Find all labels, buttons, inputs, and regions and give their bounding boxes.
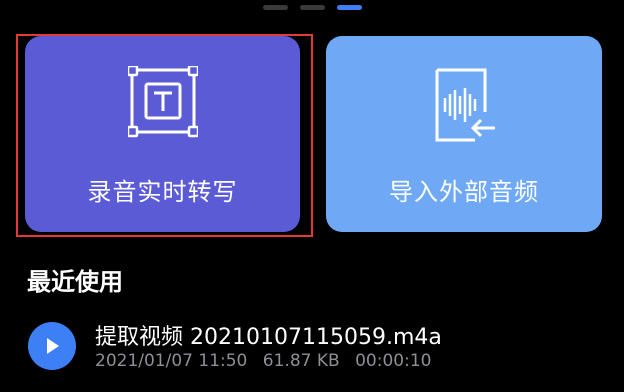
import-audio-card[interactable]: 导入外部音频: [326, 36, 602, 232]
page-dot-3-active[interactable]: [336, 5, 362, 10]
recent-section-title: 最近使用: [27, 268, 123, 296]
recent-file-duration: 00:00:10: [355, 351, 432, 371]
realtime-transcribe-label: 录音实时转写: [87, 178, 238, 206]
recent-file-size: 61.87 KB: [262, 351, 340, 371]
recent-file-name: 提取视频 20210107115059.m4a: [95, 325, 442, 350]
page-dot-2[interactable]: [299, 5, 325, 10]
import-audio-label: 导入外部音频: [389, 178, 539, 206]
text-box-icon: [126, 64, 199, 142]
play-button[interactable]: [28, 322, 76, 370]
recent-file-meta: 2021/01/07 11:50 61.87 KB 00:00:10: [95, 351, 441, 371]
recent-file-date: 2021/01/07 11:50: [95, 351, 248, 371]
page-dot-1[interactable]: [262, 5, 288, 10]
realtime-transcribe-card[interactable]: 录音实时转写: [25, 36, 300, 232]
page-indicator: [0, 5, 624, 10]
recent-file-item[interactable]: 提取视频 20210107115059.m4a 2021/01/07 11:50…: [22, 315, 612, 385]
audio-file-import-icon: [429, 66, 499, 148]
play-icon: [47, 338, 59, 354]
